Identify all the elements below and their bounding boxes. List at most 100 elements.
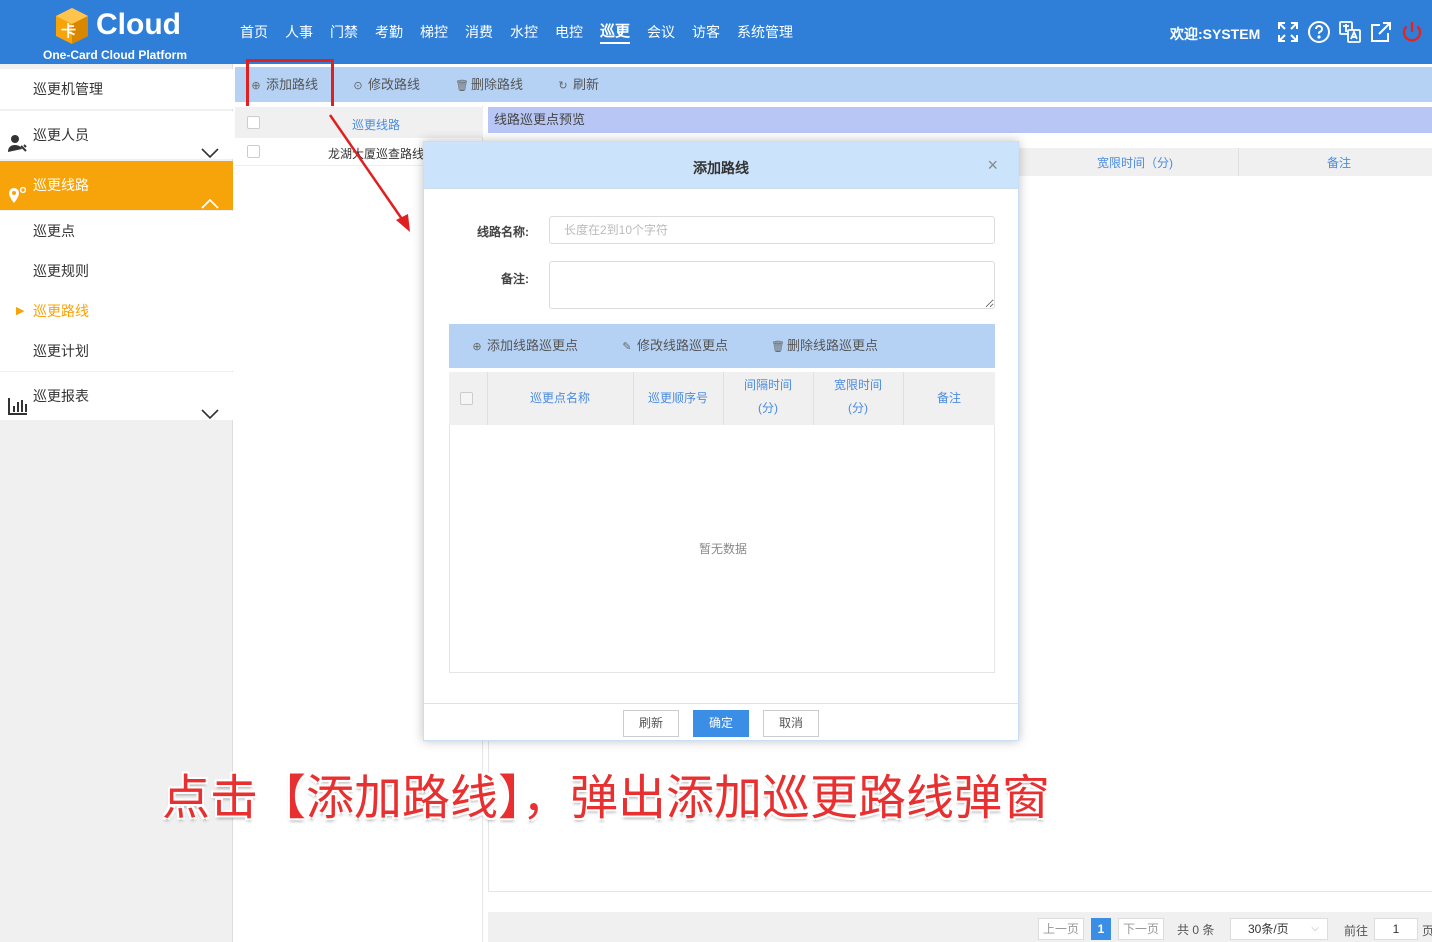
sidebar-item-patrol-route[interactable]: ▶ 巡更路线 xyxy=(0,291,233,331)
dialog-header: 添加路线 × xyxy=(424,142,1018,189)
nav-access[interactable]: 门禁 xyxy=(322,0,367,64)
column-header-remark: 备注 xyxy=(1327,156,1352,170)
chevron-down-icon xyxy=(201,129,219,159)
route-point-toolbar: ⊕ 添加线路巡更点 ✎ 修改线路巡更点 🗑 删除线路巡更点 xyxy=(449,324,995,368)
logo-text: Cloud xyxy=(96,8,181,41)
nav-hr[interactable]: 人事 xyxy=(277,0,322,64)
trash-icon: 🗑 xyxy=(455,80,469,92)
total-count: 共 0 条 xyxy=(1177,923,1215,937)
nav-elevator[interactable]: 梯控 xyxy=(412,0,457,64)
refresh-label: 刷新 xyxy=(573,77,600,92)
sidebar-item-label: 巡更线路 xyxy=(33,177,89,193)
delete-route-point-label: 删除线路巡更点 xyxy=(787,338,879,353)
preview-title: 线路巡更点预览 xyxy=(488,107,1432,133)
column-divider xyxy=(1238,148,1239,176)
sidebar-item-patrol-point[interactable]: 巡更点 xyxy=(0,211,233,251)
page-number-current[interactable]: 1 xyxy=(1091,918,1111,940)
edit-circle-icon: ⊙ xyxy=(353,80,363,92)
nav-home[interactable]: 首页 xyxy=(232,0,277,64)
goto-label: 前往 xyxy=(1344,924,1369,938)
logo-subtitle: One-Card Cloud Platform xyxy=(43,48,188,62)
prev-page-button[interactable]: 上一页 xyxy=(1038,918,1084,940)
close-icon[interactable]: × xyxy=(987,155,998,176)
nav-electric[interactable]: 电控 xyxy=(547,0,592,64)
pencil-icon: ✎ xyxy=(622,341,632,353)
sidebar-item-patrol-plan[interactable]: 巡更计划 xyxy=(0,331,233,371)
main-nav: 首页 人事 门禁 考勤 梯控 消费 水控 电控 巡更 会议 访客 系统管理 xyxy=(232,0,802,64)
column-header-grace: 宽限时间 xyxy=(833,378,882,392)
page-size-select[interactable]: 30条/页 ⌵ xyxy=(1230,918,1328,940)
add-route-point-label: 添加线路巡更点 xyxy=(487,338,579,353)
dialog-cancel-button[interactable]: 取消 xyxy=(763,710,819,737)
column-header-interval: 间隔时间 xyxy=(743,378,792,392)
bar-chart-icon xyxy=(8,386,28,434)
nav-visitor[interactable]: 访客 xyxy=(684,0,729,64)
column-header-grace: 宽限时间（分) xyxy=(1097,156,1173,170)
next-page-button[interactable]: 下一页 xyxy=(1118,918,1164,940)
edit-route-label: 修改路线 xyxy=(368,77,421,92)
sidebar-group-patrol-route[interactable]: 巡更线路 xyxy=(0,161,233,210)
page-suffix: 页 xyxy=(1422,924,1432,938)
nav-system[interactable]: 系统管理 xyxy=(729,0,802,64)
tutorial-caption: 点击【添加路线】，弹出添加巡更路线弹窗 xyxy=(162,770,1051,826)
external-link-icon[interactable] xyxy=(1369,20,1393,44)
sidebar-group-patrol-staff[interactable]: 巡更人员 xyxy=(0,111,233,159)
edit-route-button[interactable]: ⊙ 修改路线 xyxy=(352,67,420,102)
nav-consume[interactable]: 消费 xyxy=(457,0,502,64)
route-point-table-body: 暂无数据 xyxy=(449,425,995,673)
column-header-remark: 备注 xyxy=(936,391,961,405)
remark-label: 备注: xyxy=(501,272,529,286)
page-size-value: 30条/页 xyxy=(1248,922,1289,936)
dialog-footer: 刷新 确定 取消 xyxy=(424,703,1018,741)
select-all-checkbox[interactable] xyxy=(247,116,260,129)
refresh-button[interactable]: ↻ 刷新 xyxy=(557,67,599,102)
nav-meeting[interactable]: 会议 xyxy=(639,0,684,64)
column-header-interval-unit: (分) xyxy=(758,401,778,415)
sidebar-item-label: 巡更计划 xyxy=(33,343,89,359)
chevron-down-icon: ⌵ xyxy=(1311,923,1319,934)
dialog-refresh-button[interactable]: 刷新 xyxy=(623,710,679,737)
nav-patrol[interactable]: 巡更 xyxy=(592,0,639,64)
select-all-checkbox[interactable] xyxy=(460,392,473,405)
plus-circle-icon: ⊕ xyxy=(472,341,482,353)
remark-textarea[interactable] xyxy=(549,261,995,309)
delete-route-point-button[interactable]: 🗑 删除线路巡更点 xyxy=(771,324,878,368)
language-icon[interactable] xyxy=(1338,20,1362,44)
power-icon[interactable] xyxy=(1400,20,1424,44)
goto-page-input[interactable]: 1 xyxy=(1374,918,1418,940)
nav-water[interactable]: 水控 xyxy=(502,0,547,64)
sidebar-item-label: 巡更报表 xyxy=(33,388,89,404)
sidebar-item-label: 巡更点 xyxy=(33,223,75,239)
sidebar-item-label: 巡更路线 xyxy=(33,303,89,319)
sidebar-item-label: 巡更人员 xyxy=(33,127,89,143)
delete-route-button[interactable]: 🗑 删除路线 xyxy=(455,67,523,102)
help-icon[interactable] xyxy=(1307,20,1331,44)
sidebar-group-patrol-report[interactable]: 巡更报表 xyxy=(0,372,233,420)
dialog-confirm-button[interactable]: 确定 xyxy=(693,710,749,737)
column-header-order: 巡更顺序号 xyxy=(647,391,708,405)
edit-route-point-button[interactable]: ✎ 修改线路巡更点 xyxy=(621,324,728,368)
current-marker-icon: ▶ xyxy=(16,305,25,317)
sidebar-item-patrol-device[interactable]: 巡更机管理 xyxy=(0,69,233,109)
route-name-input[interactable] xyxy=(549,216,995,244)
delete-route-label: 删除路线 xyxy=(471,77,524,92)
route-point-table-header: 巡更点名称 巡更顺序号 间隔时间 (分) 宽限时间 (分) 备注 xyxy=(449,372,995,425)
sidebar-item-patrol-rule[interactable]: 巡更规则 xyxy=(0,251,233,291)
nav-attendance[interactable]: 考勤 xyxy=(367,0,412,64)
edit-route-point-label: 修改线路巡更点 xyxy=(637,338,729,353)
chevron-down-icon xyxy=(201,390,219,420)
logo-badge: 卡 xyxy=(61,23,77,40)
dialog-title: 添加路线 xyxy=(693,160,749,176)
row-checkbox[interactable] xyxy=(247,145,260,158)
welcome-text: 欢迎:SYSTEM xyxy=(1170,26,1261,42)
sidebar-item-label: 巡更机管理 xyxy=(33,81,103,97)
add-route-point-button[interactable]: ⊕ 添加线路巡更点 xyxy=(471,324,578,368)
column-header-point-name: 巡更点名称 xyxy=(529,391,590,405)
sidebar-item-label: 巡更规则 xyxy=(33,263,89,279)
refresh-icon: ↻ xyxy=(558,80,568,92)
fullscreen-icon[interactable] xyxy=(1276,20,1300,44)
trash-icon: 🗑 xyxy=(771,341,785,353)
pagination: 上一页 1 下一页 共 0 条 30条/页 ⌵ 前往 1 页 xyxy=(488,912,1432,942)
add-route-dialog: 添加路线 × 线路名称: 备注: ⊕ 添加线路巡更点 ✎ 修改线路巡更点 🗑删除线路… xyxy=(423,141,1019,741)
empty-state-text: 暂无数据 xyxy=(698,542,747,556)
